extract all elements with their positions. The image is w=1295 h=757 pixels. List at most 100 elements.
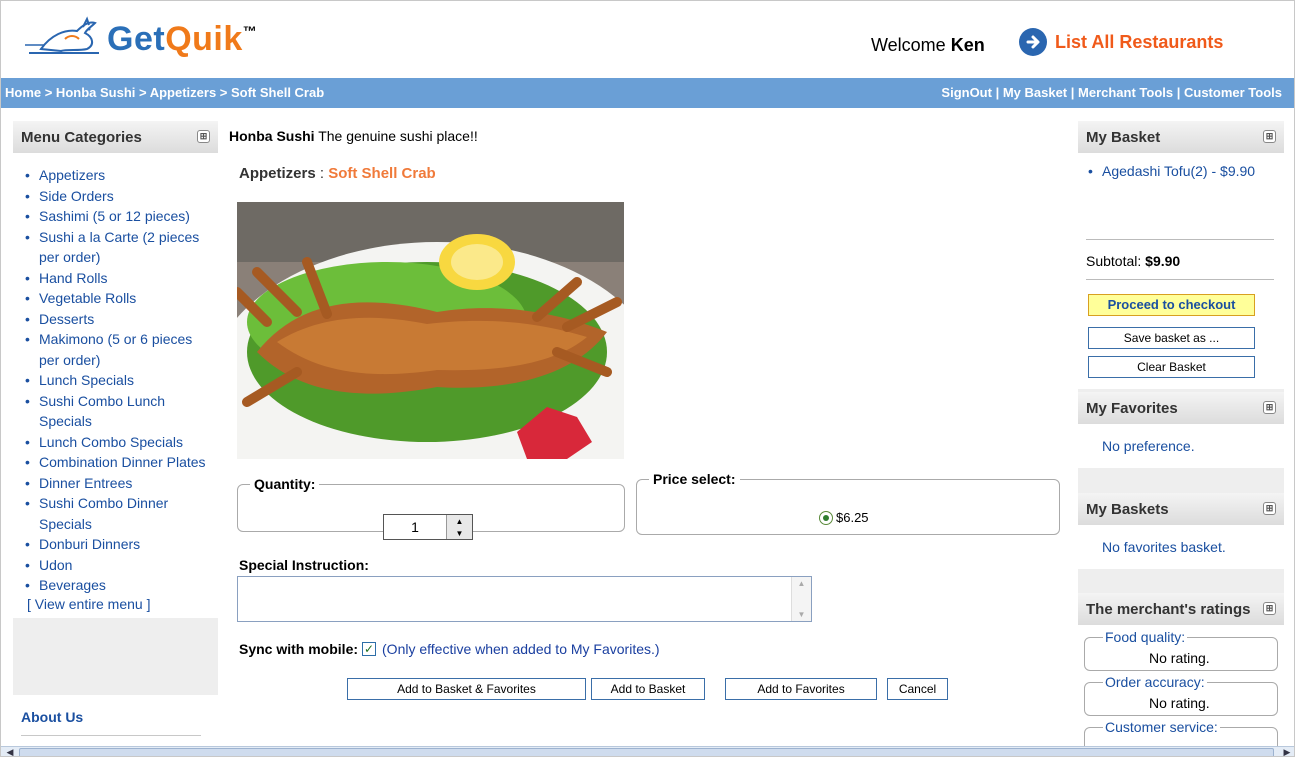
list-all-restaurants-link[interactable]: List All Restaurants xyxy=(1019,28,1223,56)
merchant-tools-link[interactable]: Merchant Tools xyxy=(1078,85,1173,100)
navigation-bar: Home > Honba Sushi > Appetizers > Soft S… xyxy=(1,78,1294,108)
sync-with-mobile-label: Sync with mobile: xyxy=(239,641,359,657)
getquik-logo[interactable]: GetQuik ™ xyxy=(21,15,257,59)
about-us-link[interactable]: About Us xyxy=(21,709,201,736)
view-entire-menu-link[interactable]: [ View entire menu ] xyxy=(27,596,210,612)
category-item[interactable]: Side Orders xyxy=(21,186,210,207)
my-basket-body: Agedashi Tofu(2) - $9.90 Subtotal: $9.90… xyxy=(1078,153,1284,389)
rating-order-accuracy: Order accuracy: No rating. xyxy=(1084,674,1278,716)
special-instruction-textarea[interactable]: ▲ ▼ xyxy=(237,576,812,622)
menu-categories-body: Appetizers Side Orders Sashimi (5 or 12 … xyxy=(13,153,218,618)
category-item[interactable]: Lunch Specials xyxy=(21,370,210,391)
merchant-ratings-header: The merchant's ratings ⊞ xyxy=(1078,593,1284,625)
scroll-left-icon[interactable]: ◀ xyxy=(3,747,17,756)
quantity-stepper[interactable]: 1 ▲ ▼ xyxy=(383,514,473,540)
cancel-button[interactable]: Cancel xyxy=(887,678,948,700)
spin-down-icon[interactable]: ▼ xyxy=(447,527,472,539)
category-item[interactable]: Sushi a la Carte (2 pieces per order) xyxy=(21,227,210,268)
breadcrumb[interactable]: Home > Honba Sushi > Appetizers > Soft S… xyxy=(5,85,324,100)
arrow-right-icon xyxy=(1019,28,1047,56)
rating-food-quality: Food quality: No rating. xyxy=(1084,629,1278,671)
my-basket-link[interactable]: My Basket xyxy=(1003,85,1067,100)
textarea-scrollbar[interactable]: ▲ ▼ xyxy=(791,577,811,621)
category-item[interactable]: Beverages xyxy=(21,575,210,596)
scroll-down-icon[interactable]: ▼ xyxy=(798,610,806,619)
sync-with-mobile-row: Sync with mobile: ✓ (Only effective when… xyxy=(239,641,660,657)
proceed-to-checkout-button[interactable]: Proceed to checkout xyxy=(1088,294,1255,316)
my-baskets-body: No favorites basket. xyxy=(1078,525,1284,569)
my-baskets-title: My Baskets xyxy=(1086,500,1169,518)
header: GetQuik ™ Welcome Ken List All Restauran… xyxy=(1,1,1294,77)
my-baskets-header: My Baskets ⊞ xyxy=(1078,493,1284,525)
save-basket-button[interactable]: Save basket as ... xyxy=(1088,327,1255,349)
horizontal-scrollbar[interactable]: ◀ ▶ xyxy=(1,746,1294,756)
category-list: Appetizers Side Orders Sashimi (5 or 12 … xyxy=(21,165,210,596)
rating-value: No rating. xyxy=(1149,695,1210,711)
item-photo xyxy=(237,202,624,459)
trademark: ™ xyxy=(242,23,257,39)
price-option[interactable]: $6.25 xyxy=(819,510,869,525)
category-item[interactable]: Desserts xyxy=(21,309,210,330)
item-category: Appetizers xyxy=(239,165,316,182)
category-item[interactable]: Sashimi (5 or 12 pieces) xyxy=(21,206,210,227)
my-favorites-panel: My Favorites ⊞ No preference. xyxy=(1078,392,1284,468)
category-item[interactable]: Lunch Combo Specials xyxy=(21,432,210,453)
customer-tools-link[interactable]: Customer Tools xyxy=(1184,85,1282,100)
sync-with-mobile-checkbox[interactable]: ✓ xyxy=(362,642,377,656)
item-heading: Appetizers : Soft Shell Crab xyxy=(239,165,436,182)
signout-link[interactable]: SignOut xyxy=(941,85,992,100)
my-favorites-header: My Favorites ⊞ xyxy=(1078,392,1284,424)
collapse-panel-icon[interactable]: ⊞ xyxy=(197,130,210,143)
my-basket-header: My Basket ⊞ xyxy=(1078,121,1284,153)
category-item[interactable]: Sushi Combo Dinner Specials xyxy=(21,493,210,534)
quantity-group: Quantity: 1 ▲ ▼ xyxy=(237,476,625,540)
logo-text: GetQuik xyxy=(107,20,243,59)
add-to-basket-and-favorites-button[interactable]: Add to Basket & Favorites xyxy=(347,678,586,700)
collapse-panel-icon[interactable]: ⊞ xyxy=(1263,502,1276,515)
divider xyxy=(1086,239,1274,240)
special-instruction-label: Special Instruction: xyxy=(239,557,369,573)
category-item[interactable]: Combination Dinner Plates xyxy=(21,452,210,473)
category-item[interactable]: Dinner Entrees xyxy=(21,473,210,494)
category-item[interactable]: Udon xyxy=(21,555,210,576)
scroll-right-icon[interactable]: ▶ xyxy=(1280,747,1294,756)
left-sidebar: Menu Categories ⊞ Appetizers Side Orders… xyxy=(13,121,218,756)
link-separator: | xyxy=(991,85,1003,100)
category-item[interactable]: Donburi Dinners xyxy=(21,534,210,555)
category-item[interactable]: Hand Rolls xyxy=(21,268,210,289)
collapse-panel-icon[interactable]: ⊞ xyxy=(1263,602,1276,615)
add-to-favorites-button[interactable]: Add to Favorites xyxy=(725,678,877,700)
merchant-ratings-title: The merchant's ratings xyxy=(1086,600,1251,618)
clear-basket-button[interactable]: Clear Basket xyxy=(1088,356,1255,378)
category-item[interactable]: Makimono (5 or 6 pieces per order) xyxy=(21,329,210,370)
scrollbar-thumb[interactable] xyxy=(19,748,1274,756)
spin-up-icon[interactable]: ▲ xyxy=(447,515,472,527)
user-name: Ken xyxy=(950,35,985,55)
my-baskets-panel: My Baskets ⊞ No favorites basket. xyxy=(1078,493,1284,569)
category-item[interactable]: Vegetable Rolls xyxy=(21,288,210,309)
collapse-panel-icon[interactable]: ⊞ xyxy=(1263,401,1276,414)
price-select-label: Price select: xyxy=(653,471,736,487)
price-select-group: Price select: $6.25 xyxy=(636,471,1060,535)
subtotal: Subtotal: $9.90 xyxy=(1086,253,1180,269)
radio-selected-icon[interactable] xyxy=(819,510,833,525)
right-sidebar: My Basket ⊞ Agedashi Tofu(2) - $9.90 Sub… xyxy=(1078,121,1284,756)
scroll-up-icon[interactable]: ▲ xyxy=(798,579,806,588)
welcome-message: Welcome Ken xyxy=(871,35,985,56)
add-to-basket-button[interactable]: Add to Basket xyxy=(591,678,705,700)
category-item[interactable]: Sushi Combo Lunch Specials xyxy=(21,391,210,432)
collapse-panel-icon[interactable]: ⊞ xyxy=(1263,130,1276,143)
price-option-label: $6.25 xyxy=(836,510,869,525)
quantity-spin-buttons: ▲ ▼ xyxy=(446,515,472,539)
category-item[interactable]: Appetizers xyxy=(21,165,210,186)
quantity-label: Quantity: xyxy=(254,476,316,492)
basket-item[interactable]: Agedashi Tofu(2) - $9.90 xyxy=(1086,161,1256,181)
quantity-value[interactable]: 1 xyxy=(384,515,446,539)
menu-categories-header: Menu Categories ⊞ xyxy=(13,121,218,153)
rating-label: Customer service: xyxy=(1103,719,1220,735)
my-baskets-text: No favorites basket. xyxy=(1102,539,1226,555)
page: GetQuik ™ Welcome Ken List All Restauran… xyxy=(0,0,1295,757)
rating-value: No rating. xyxy=(1149,650,1210,666)
my-basket-panel: My Basket ⊞ Agedashi Tofu(2) - $9.90 Sub… xyxy=(1078,121,1284,389)
restaurant-tagline: Honba Sushi The genuine sushi place!! xyxy=(229,128,478,144)
